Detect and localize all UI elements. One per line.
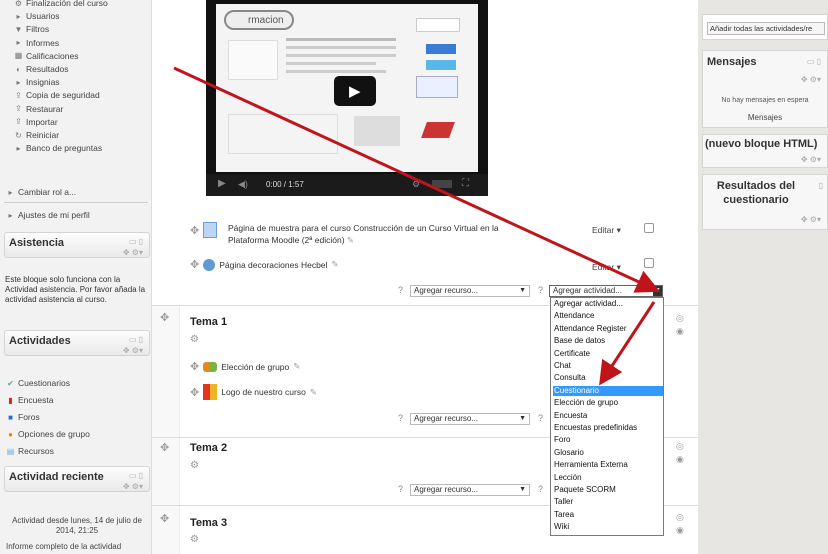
annotation-arrows <box>173 66 661 386</box>
arrow-to-cuestionario <box>599 301 656 386</box>
arrow-to-select <box>173 66 661 293</box>
